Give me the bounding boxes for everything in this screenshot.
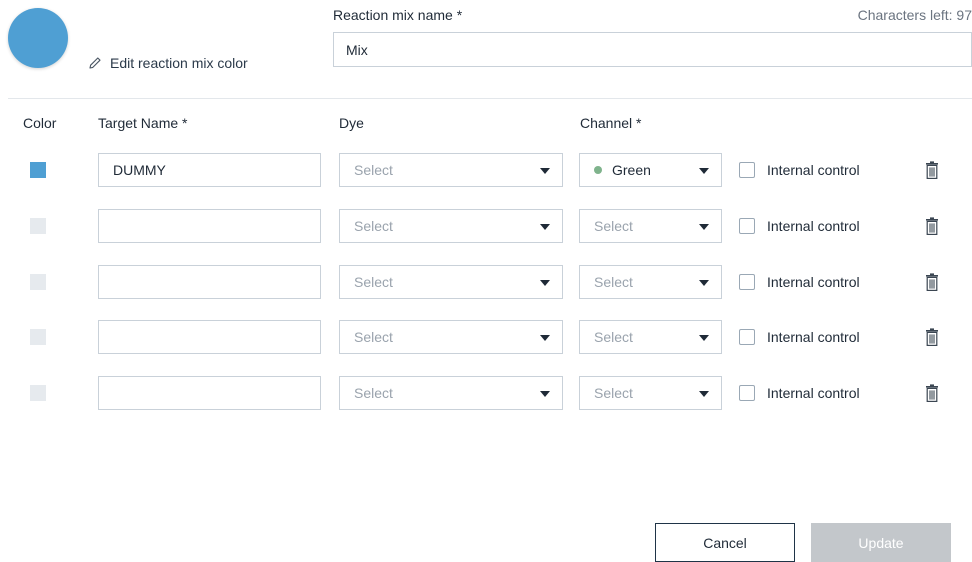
table-row: Select Select Internal control <box>0 265 972 299</box>
internal-control-checkbox[interactable] <box>739 218 755 234</box>
target-name-input[interactable] <box>98 153 321 187</box>
internal-control-label: Internal control <box>767 274 860 290</box>
caret-down-icon <box>699 168 709 174</box>
dye-select[interactable]: Select <box>339 376 563 410</box>
caret-down-icon <box>540 224 550 230</box>
target-color-swatch[interactable] <box>30 274 46 290</box>
channel-select[interactable]: Green <box>579 153 722 187</box>
column-header-target-name: Target Name * <box>98 115 188 131</box>
dye-select[interactable]: Select <box>339 209 563 243</box>
channel-select-label: Green <box>612 162 651 178</box>
caret-down-icon <box>699 280 709 286</box>
table-row: Select Select Internal control <box>0 209 972 243</box>
internal-control-checkbox[interactable] <box>739 385 755 401</box>
internal-control-checkbox[interactable] <box>739 162 755 178</box>
internal-control-checkbox[interactable] <box>739 329 755 345</box>
reaction-mix-color-swatch[interactable] <box>8 8 68 68</box>
target-color-swatch[interactable] <box>30 329 46 345</box>
caret-down-icon <box>540 168 550 174</box>
trash-icon[interactable] <box>924 161 940 179</box>
channel-select[interactable]: Select <box>579 265 722 299</box>
internal-control-label: Internal control <box>767 162 860 178</box>
dye-select[interactable]: Select <box>339 153 563 187</box>
dye-select-placeholder: Select <box>354 274 393 290</box>
dye-select-placeholder: Select <box>354 162 393 178</box>
target-color-swatch[interactable] <box>30 218 46 234</box>
column-header-color: Color <box>23 115 57 131</box>
channel-select-placeholder: Select <box>594 329 633 345</box>
target-name-input[interactable] <box>98 376 321 410</box>
target-name-input[interactable] <box>98 209 321 243</box>
channel-select-placeholder: Select <box>594 385 633 401</box>
edit-reaction-mix-color-link[interactable]: Edit reaction mix color <box>88 55 248 71</box>
dye-select-placeholder: Select <box>354 218 393 234</box>
target-color-swatch[interactable] <box>30 162 46 178</box>
column-header-channel: Channel * <box>580 115 642 131</box>
channel-select-placeholder: Select <box>594 218 633 234</box>
channel-color-dot <box>594 166 602 174</box>
table-row: Select Select Internal control <box>0 376 972 410</box>
caret-down-icon <box>699 224 709 230</box>
trash-icon[interactable] <box>924 217 940 235</box>
reaction-mix-name-input[interactable] <box>333 32 972 67</box>
dye-select-placeholder: Select <box>354 329 393 345</box>
edit-reaction-mix-color-label: Edit reaction mix color <box>110 55 248 71</box>
channel-select[interactable]: Select <box>579 320 722 354</box>
target-name-input[interactable] <box>98 320 321 354</box>
table-row: Select Green Internal control <box>0 153 972 187</box>
update-button[interactable]: Update <box>811 523 951 562</box>
channel-select[interactable]: Select <box>579 376 722 410</box>
internal-control-label: Internal control <box>767 329 860 345</box>
header-divider <box>8 98 972 99</box>
trash-icon[interactable] <box>924 384 940 402</box>
trash-icon[interactable] <box>924 328 940 346</box>
column-header-dye: Dye <box>339 115 364 131</box>
dye-select-placeholder: Select <box>354 385 393 401</box>
target-color-swatch[interactable] <box>30 385 46 401</box>
caret-down-icon <box>540 280 550 286</box>
internal-control-checkbox[interactable] <box>739 274 755 290</box>
channel-select-value: Green <box>594 162 651 178</box>
pencil-icon <box>89 57 101 69</box>
channel-select-placeholder: Select <box>594 274 633 290</box>
internal-control-label: Internal control <box>767 218 860 234</box>
caret-down-icon <box>540 335 550 341</box>
dye-select[interactable]: Select <box>339 320 563 354</box>
cancel-button[interactable]: Cancel <box>655 523 795 562</box>
table-row: Select Select Internal control <box>0 320 972 354</box>
trash-icon[interactable] <box>924 273 940 291</box>
dye-select[interactable]: Select <box>339 265 563 299</box>
channel-select[interactable]: Select <box>579 209 722 243</box>
internal-control-label: Internal control <box>767 385 860 401</box>
caret-down-icon <box>699 335 709 341</box>
caret-down-icon <box>699 391 709 397</box>
reaction-mix-name-label: Reaction mix name * <box>333 7 463 23</box>
caret-down-icon <box>540 391 550 397</box>
characters-left-counter: Characters left: 97 <box>857 7 972 23</box>
target-name-input[interactable] <box>98 265 321 299</box>
